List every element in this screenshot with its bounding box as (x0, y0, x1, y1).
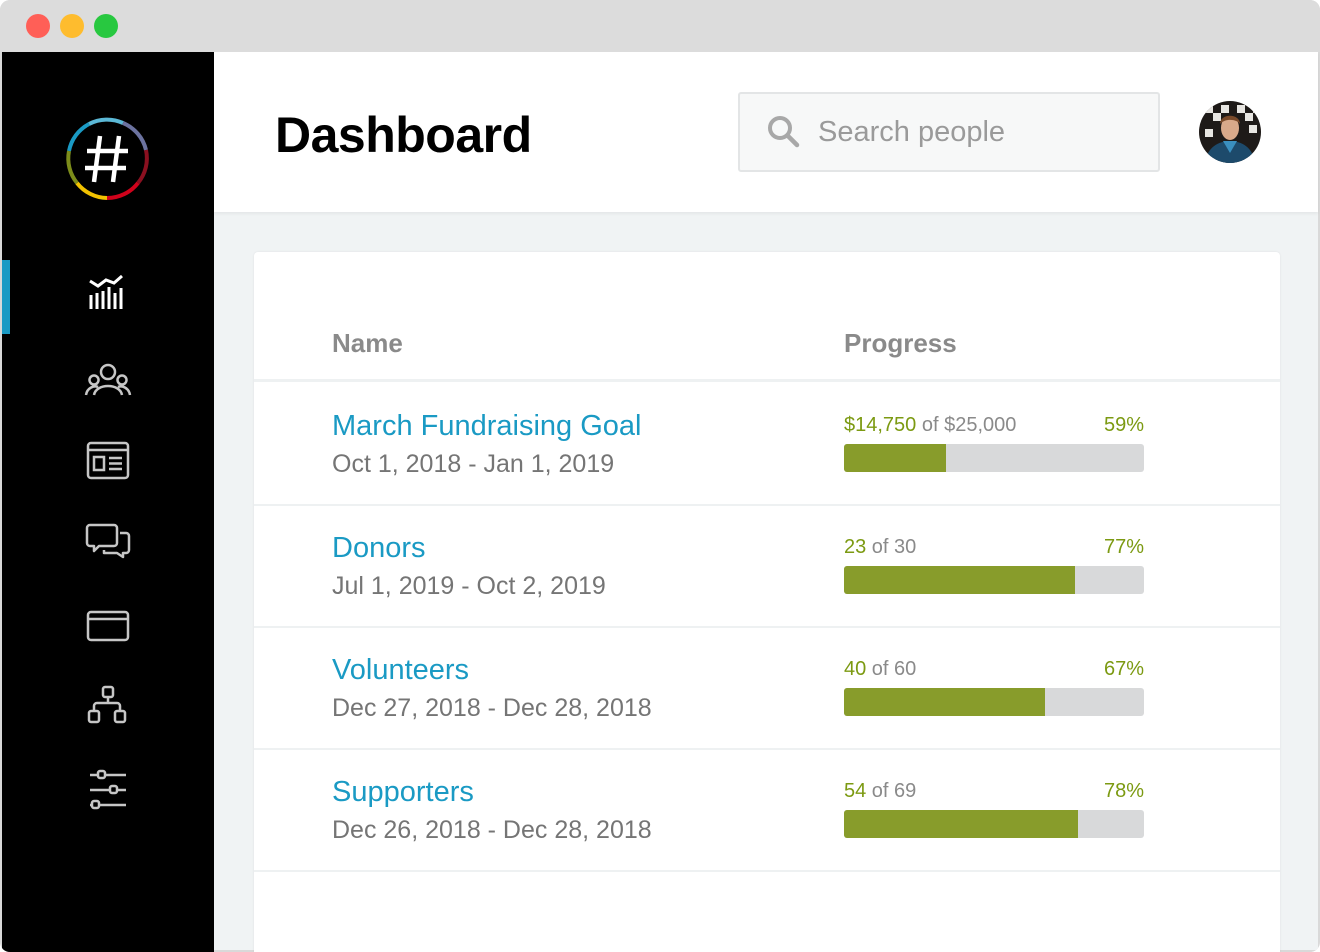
progress-bar-fill (844, 444, 946, 472)
sidebar-item-content[interactable] (2, 424, 214, 498)
table-row: Volunteers Dec 27, 2018 - Dec 28, 2018 40 … (254, 628, 1280, 750)
sidebar-item-analytics[interactable] (2, 260, 214, 334)
progress-percent: 67% (1103, 658, 1144, 680)
app-window: Dashboard Search people Name Progress Ma… (0, 0, 1320, 952)
progress-amount: 54 of 69 (844, 780, 916, 803)
close-window-button[interactable] (26, 14, 50, 38)
table-row: Supporters Dec 26, 2018 - Dec 28, 2018 54 … (254, 750, 1280, 872)
progress-card: Name Progress March Fundraising Goal Oct … (254, 252, 1280, 952)
main-content: Dashboard Search people Name Progress Ma… (214, 52, 1318, 952)
sidebar-item-people[interactable] (2, 346, 214, 420)
sidebar (2, 52, 214, 952)
row-date-range: Jul 1, 2019 - Oct 2, 2019 (332, 572, 606, 600)
row-title-link[interactable]: March Fundraising Goal (332, 410, 641, 443)
analytics-icon (89, 274, 123, 309)
sidebar-item-messages[interactable] (2, 506, 214, 580)
progress-total: of 30 (866, 536, 917, 558)
progress-bar (844, 688, 1144, 716)
sidebar-item-organization[interactable] (2, 670, 214, 744)
row-title-link[interactable]: Supporters (332, 776, 474, 809)
card-icon (86, 610, 130, 642)
maximize-window-button[interactable] (94, 14, 118, 38)
page-header: Dashboard (214, 52, 1318, 212)
progress-amount: $14,750 of $25,000 (844, 414, 1016, 437)
progress-percent: 59% (1103, 414, 1144, 436)
newsletter-icon (86, 441, 130, 480)
row-title-link[interactable]: Donors (332, 532, 426, 565)
progress-current: 23 (844, 536, 867, 558)
column-header-name: Name (332, 328, 403, 358)
progress-percent: 77% (1103, 536, 1144, 558)
row-title-link[interactable]: Volunteers (332, 654, 469, 687)
user-avatar-image (1199, 101, 1261, 163)
progress-current: $14,750 (844, 414, 917, 436)
avatar[interactable] (1199, 101, 1261, 163)
title-bar (0, 0, 1320, 52)
sliders-icon (90, 769, 126, 810)
search-input[interactable] (818, 115, 1138, 149)
chat-icon (85, 523, 131, 559)
progress-total: of 69 (866, 780, 917, 802)
sidebar-item-payments[interactable] (2, 589, 214, 663)
progress-percent: 78% (1103, 780, 1144, 802)
row-date-range: Dec 27, 2018 - Dec 28, 2018 (332, 694, 652, 722)
table-header: Name Progress (254, 252, 1280, 382)
progress-bar (844, 444, 1144, 472)
search-icon (768, 116, 800, 148)
progress-bar-fill (844, 810, 1078, 838)
people-icon (84, 363, 132, 396)
progress-total: of $25,000 (916, 414, 1017, 436)
hashtag-logo-icon[interactable] (59, 111, 155, 207)
table-row: March Fundraising Goal Oct 1, 2018 - Jan … (254, 384, 1280, 506)
progress-total: of 60 (866, 658, 917, 680)
row-date-range: Dec 26, 2018 - Dec 28, 2018 (332, 816, 652, 844)
page-title: Dashboard (275, 107, 532, 163)
progress-bar-fill (844, 566, 1075, 594)
minimize-window-button[interactable] (60, 14, 84, 38)
sidebar-item-settings[interactable] (2, 754, 214, 828)
column-header-progress: Progress (844, 328, 957, 358)
hierarchy-icon (87, 685, 127, 724)
progress-amount: 23 of 30 (844, 536, 916, 559)
table-row: Donors Jul 1, 2019 - Oct 2, 2019 23 of 30 7… (254, 506, 1280, 628)
progress-amount: 40 of 60 (844, 658, 916, 681)
progress-current: 54 (844, 780, 867, 802)
search-box[interactable] (738, 92, 1160, 172)
row-date-range: Oct 1, 2018 - Jan 1, 2019 (332, 450, 615, 478)
progress-bar-fill (844, 688, 1045, 716)
progress-bar (844, 810, 1144, 838)
progress-bar (844, 566, 1144, 594)
progress-current: 40 (844, 658, 867, 680)
